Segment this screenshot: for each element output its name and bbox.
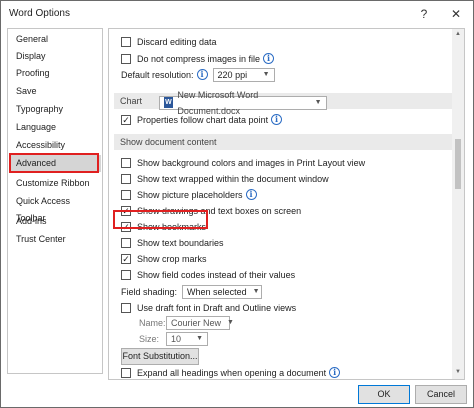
properties-follow-checkbox[interactable]: ✓	[121, 114, 131, 125]
picture-placeholders-label: Show picture placeholders	[137, 189, 243, 200]
chevron-down-icon: ▼	[262, 71, 270, 78]
draft-font-checkbox[interactable]	[121, 302, 131, 313]
draft-font-row: Use draft font in Draft and Outline view…	[121, 300, 296, 315]
picture-placeholders-row: Show picture placeholders i	[121, 187, 257, 202]
background-row: Show background colors and images in Pri…	[121, 155, 365, 170]
advanced-options-panel: Discard editing data Do not compress ima…	[108, 28, 465, 380]
chart-document-select[interactable]: W New Microsoft Word Document.docx ▼	[158, 90, 327, 116]
sidebar-item-proofing[interactable]: Proofing	[9, 65, 101, 82]
info-icon[interactable]: i	[245, 189, 257, 200]
font-size-label: Size:	[139, 333, 160, 344]
expand-headings-label: Expand all headings when opening a docum…	[137, 367, 327, 378]
properties-follow-row: ✓ Properties follow chart data point i	[121, 112, 283, 127]
font-size-row: Size: 10 ▼	[139, 331, 208, 346]
close-icon[interactable]: ✕	[447, 5, 465, 23]
field-codes-row: Show field codes instead of their values	[121, 267, 295, 282]
sidebar-item-quick-access-toolbar[interactable]: Quick Access Toolbar	[9, 193, 101, 223]
default-resolution-row: Default resolution: i 220 ppi ▼	[121, 67, 275, 82]
font-name-value: Courier New	[171, 317, 222, 328]
no-compress-row: Do not compress images in file i	[121, 51, 275, 66]
chart-section-header: Chart W New Microsoft Word Document.docx…	[114, 90, 454, 116]
text-wrapped-row: Show text wrapped within the document wi…	[121, 171, 329, 186]
help-icon[interactable]: ?	[415, 5, 433, 23]
discard-editing-row: Discard editing data	[121, 34, 217, 49]
crop-marks-row: ✓ Show crop marks	[121, 251, 207, 266]
info-icon[interactable]: i	[329, 367, 341, 378]
font-name-label: Name:	[139, 317, 166, 328]
default-resolution-label: Default resolution:	[121, 69, 194, 80]
chevron-down-icon: ▼	[196, 335, 203, 342]
default-resolution-value: 220 ppi	[217, 69, 248, 80]
scroll-up-arrow-icon[interactable]: ▲	[454, 31, 462, 37]
sidebar-item-accessibility[interactable]: Accessibility	[9, 137, 101, 154]
chevron-down-icon: ▼	[227, 319, 234, 326]
field-codes-label: Show field codes instead of their values	[137, 269, 296, 280]
default-resolution-select[interactable]: 220 ppi ▼	[212, 67, 275, 82]
field-shading-value: When selected	[187, 286, 247, 297]
discard-editing-label: Discard editing data	[137, 36, 217, 47]
show-document-content-header: Show document content	[114, 134, 454, 150]
sidebar-item-language[interactable]: Language	[9, 119, 101, 136]
text-boundaries-row: Show text boundaries	[121, 235, 224, 250]
cancel-button[interactable]: Cancel	[415, 385, 467, 404]
category-sidebar: General Display Proofing Save Typography…	[7, 28, 103, 374]
word-options-window: Word Options ? ✕ General Display Proofin…	[0, 0, 474, 408]
sidebar-item-typography[interactable]: Typography	[9, 101, 101, 118]
info-icon[interactable]: i	[263, 53, 275, 64]
draft-font-label: Use draft font in Draft and Outline view…	[137, 302, 297, 313]
field-shading-label: Field shading:	[121, 286, 178, 297]
text-boundaries-label: Show text boundaries	[137, 237, 224, 248]
font-name-row: Name: Courier New ▼	[139, 315, 234, 330]
text-wrapped-label: Show text wrapped within the document wi…	[137, 173, 329, 184]
expand-headings-checkbox[interactable]	[121, 367, 131, 378]
background-checkbox[interactable]	[121, 157, 131, 168]
font-name-select[interactable]: Courier New ▼	[166, 315, 234, 330]
info-icon[interactable]: i	[271, 114, 283, 125]
field-shading-select[interactable]: When selected ▼	[182, 284, 263, 299]
font-size-select[interactable]: 10 ▼	[166, 331, 208, 346]
sidebar-item-save[interactable]: Save	[9, 83, 101, 100]
scroll-down-arrow-icon[interactable]: ▼	[454, 369, 462, 375]
scrollbar-thumb[interactable]	[455, 139, 461, 189]
window-title: Word Options	[9, 8, 70, 19]
chevron-down-icon: ▼	[252, 288, 260, 295]
field-shading-row: Field shading: When selected ▼	[121, 284, 263, 299]
properties-follow-label: Properties follow chart data point	[137, 114, 269, 125]
show-document-content-label: Show document content	[120, 137, 217, 147]
advanced-highlight-box	[9, 153, 99, 173]
text-wrapped-checkbox[interactable]	[121, 173, 131, 184]
ok-button[interactable]: OK	[358, 385, 410, 404]
font-size-value: 10	[171, 333, 182, 344]
picture-placeholders-checkbox[interactable]	[121, 189, 131, 200]
discard-editing-checkbox[interactable]	[121, 36, 131, 47]
font-substitution-button[interactable]: Font Substitution...	[121, 348, 199, 365]
vertical-scrollbar[interactable]: ▲ ▼	[452, 29, 464, 379]
chart-section-label: Chart	[120, 96, 143, 106]
sidebar-item-display[interactable]: Display	[9, 48, 101, 65]
sidebar-item-add-ins[interactable]: Add-ins	[9, 213, 101, 230]
word-document-icon: W	[163, 97, 174, 108]
sidebar-item-general[interactable]: General	[9, 31, 101, 48]
chevron-down-icon: ▼	[314, 98, 322, 106]
field-codes-checkbox[interactable]	[121, 269, 131, 280]
text-boundaries-checkbox[interactable]	[121, 237, 131, 248]
info-icon[interactable]: i	[196, 69, 208, 80]
title-bar: Word Options ? ✕	[1, 1, 473, 27]
sidebar-item-trust-center[interactable]: Trust Center	[9, 231, 101, 248]
no-compress-checkbox[interactable]	[121, 53, 131, 64]
expand-headings-row: Expand all headings when opening a docum…	[121, 365, 341, 379]
crop-marks-label: Show crop marks	[137, 253, 207, 264]
show-bookmarks-highlight-box	[113, 210, 208, 229]
crop-marks-checkbox[interactable]: ✓	[121, 253, 131, 264]
sidebar-item-customize-ribbon[interactable]: Customize Ribbon	[9, 175, 101, 192]
background-label: Show background colors and images in Pri…	[137, 157, 366, 168]
no-compress-label: Do not compress images in file	[137, 53, 261, 64]
